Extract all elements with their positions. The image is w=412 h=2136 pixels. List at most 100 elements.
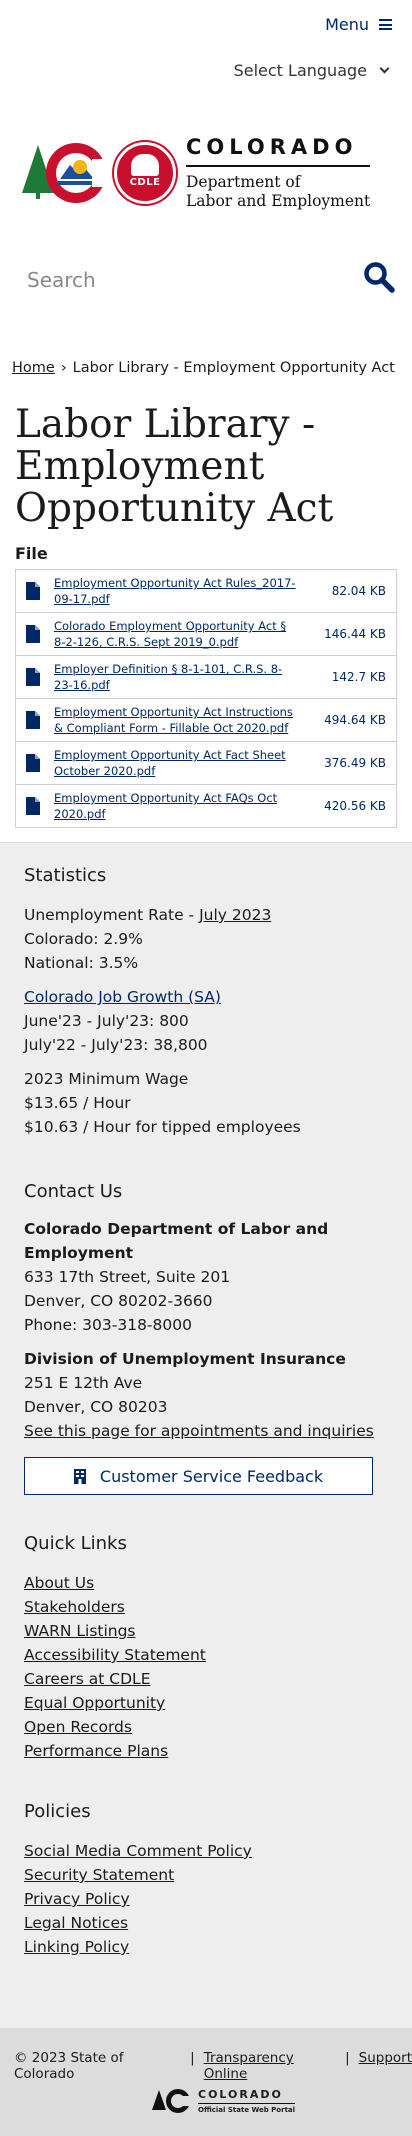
hamburger-icon bbox=[379, 19, 392, 30]
file-link[interactable]: Employment Opportunity Act Fact Sheet Oc… bbox=[54, 747, 300, 779]
breadcrumb-home-link[interactable]: Home bbox=[12, 360, 55, 376]
policies-list: Social Media Comment Policy Security Sta… bbox=[24, 1839, 388, 1959]
unemployment-link[interactable]: July 2023 bbox=[199, 906, 271, 924]
bottom-bar: © 2023 State of Colorado | Transparency … bbox=[0, 2028, 412, 2136]
customer-service-feedback-button[interactable]: Customer Service Feedback bbox=[24, 1457, 373, 1495]
quick-links-heading: Quick Links bbox=[24, 1533, 127, 1554]
quick-link-about-us[interactable]: About Us bbox=[24, 1571, 388, 1595]
quick-link-warn-listings[interactable]: WARN Listings bbox=[24, 1619, 388, 1643]
statistics-section: Statistics bbox=[24, 865, 388, 886]
file-row: Employment Opportunity Act Instructions … bbox=[15, 699, 397, 742]
quick-link-careers[interactable]: Careers at CDLE bbox=[24, 1667, 388, 1691]
menu-button[interactable]: Menu bbox=[325, 15, 392, 34]
copyright: © 2023 State of Colorado bbox=[14, 2050, 124, 2082]
org-name-2: Employment bbox=[24, 1244, 134, 1262]
page-title: Labor Library - Employment Opportunity A… bbox=[15, 402, 334, 531]
breadcrumb-current: Labor Library - Employment Opportunity A… bbox=[72, 360, 395, 376]
file-size: 146.44 KB bbox=[324, 627, 386, 641]
file-size: 82.04 KB bbox=[331, 584, 386, 598]
quick-link-stakeholders[interactable]: Stakeholders bbox=[24, 1595, 388, 1619]
cdle-logo[interactable]: CDLE COLORADO Department of Labor and Em… bbox=[22, 135, 371, 211]
min-wage-tipped: $10.63 / Hour for tipped employees bbox=[24, 1118, 301, 1136]
quick-link-performance-plans[interactable]: Performance Plans bbox=[24, 1739, 388, 1763]
contact-heading: Contact Us bbox=[24, 1181, 123, 1202]
min-wage-block: 2023 Minimum Wage $13.65 / Hour $10.63 /… bbox=[24, 1067, 388, 1139]
support-link[interactable]: Support bbox=[359, 2050, 412, 2082]
file-row: Employment Opportunity Act Rules_2017-09… bbox=[15, 570, 397, 613]
search-button[interactable] bbox=[362, 260, 398, 296]
job-growth-block: Colorado Job Growth (SA) June'23 - July'… bbox=[24, 985, 388, 1057]
policy-link-linking[interactable]: Linking Policy bbox=[24, 1935, 388, 1959]
file-size: 142.7 KB bbox=[331, 670, 386, 684]
address-line-1: 633 17th Street, Suite 201 bbox=[24, 1268, 231, 1286]
file-size: 420.56 KB bbox=[324, 799, 386, 813]
colorado-c-logo-icon bbox=[22, 143, 110, 203]
national-rate: National: 3.5% bbox=[24, 954, 139, 972]
address-line-2: Denver, CO 80202-3660 bbox=[24, 1292, 213, 1310]
phone-line: Phone: 303-318-8000 bbox=[24, 1316, 192, 1334]
policy-link-security[interactable]: Security Statement bbox=[24, 1863, 388, 1887]
appointments-link[interactable]: See this page for appointments and inqui… bbox=[24, 1422, 374, 1440]
site-footer: Statistics Unemployment Rate - July 2023… bbox=[0, 842, 412, 2028]
language-bar: Select Language bbox=[0, 50, 412, 90]
min-wage-title: 2023 Minimum Wage bbox=[24, 1070, 189, 1088]
division-address-2: Denver, CO 80203 bbox=[24, 1398, 168, 1416]
file-link[interactable]: Employment Opportunity Act Instructions … bbox=[54, 704, 300, 736]
file-icon bbox=[26, 582, 40, 600]
division-address-1: 251 E 12th Ave bbox=[24, 1374, 143, 1392]
portal-subtitle: Official State Web Portal bbox=[198, 2106, 296, 2114]
portal-brand: COLORADO bbox=[198, 2088, 296, 2104]
file-row: Employer Definition § 8-1-101, C.R.S. 8-… bbox=[15, 656, 397, 699]
file-link[interactable]: Employer Definition § 8-1-101, C.R.S. 8-… bbox=[54, 661, 300, 693]
unemployment-block: Unemployment Rate - July 2023 Colorado: … bbox=[24, 903, 388, 975]
chevron-down-icon bbox=[379, 63, 390, 74]
top-bar: Menu bbox=[0, 0, 412, 50]
search-bar bbox=[0, 240, 412, 320]
file-list: Employment Opportunity Act Rules_2017-09… bbox=[15, 569, 397, 828]
policy-link-legal[interactable]: Legal Notices bbox=[24, 1911, 388, 1935]
quick-link-open-records[interactable]: Open Records bbox=[24, 1715, 388, 1739]
file-icon bbox=[26, 625, 40, 643]
job-growth-month: June'23 - July'23: 800 bbox=[24, 1012, 189, 1030]
logo-area: CDLE COLORADO Department of Labor and Em… bbox=[0, 90, 412, 240]
division-name: Division of Unemployment Insurance bbox=[24, 1350, 346, 1368]
file-size: 376.49 KB bbox=[324, 756, 386, 770]
file-icon bbox=[26, 754, 40, 772]
policy-link-social-media[interactable]: Social Media Comment Policy bbox=[24, 1839, 388, 1863]
policies-heading: Policies bbox=[24, 1801, 91, 1822]
language-label: Select Language bbox=[233, 61, 367, 80]
job-growth-link[interactable]: Colorado Job Growth (SA) bbox=[24, 988, 221, 1006]
statistics-heading: Statistics bbox=[24, 865, 107, 886]
ui-address-block: Division of Unemployment Insurance 251 E… bbox=[24, 1347, 388, 1443]
quick-links-section: Quick Links bbox=[24, 1533, 388, 1554]
colorado-c-mini-icon bbox=[152, 2089, 192, 2113]
contact-section: Contact Us bbox=[24, 1181, 388, 1202]
file-row: Colorado Employment Opportunity Act § 8-… bbox=[15, 613, 397, 656]
file-row: Employment Opportunity Act Fact Sheet Oc… bbox=[15, 742, 397, 785]
menu-label: Menu bbox=[325, 15, 369, 34]
breadcrumb-separator: › bbox=[60, 360, 67, 376]
brand-name: COLORADO bbox=[186, 135, 371, 167]
state-portal-logo[interactable]: COLORADO Official State Web Portal bbox=[152, 2088, 296, 2114]
unemployment-line: Unemployment Rate - July 2023 bbox=[24, 906, 272, 924]
file-row: Employment Opportunity Act FAQs Oct 2020… bbox=[15, 785, 397, 828]
search-input[interactable] bbox=[27, 262, 327, 298]
transparency-link[interactable]: Transparency Online bbox=[204, 2050, 336, 2082]
file-link[interactable]: Employment Opportunity Act Rules_2017-09… bbox=[54, 575, 300, 607]
file-link[interactable]: Employment Opportunity Act FAQs Oct 2020… bbox=[54, 790, 300, 822]
file-icon bbox=[26, 668, 40, 686]
quick-link-accessibility[interactable]: Accessibility Statement bbox=[24, 1643, 388, 1667]
file-label: File bbox=[15, 544, 48, 563]
min-wage-standard: $13.65 / Hour bbox=[24, 1094, 131, 1112]
file-size: 494.64 KB bbox=[324, 713, 386, 727]
cdle-address-block: Colorado Department of Labor and Employm… bbox=[24, 1217, 388, 1337]
policy-link-privacy[interactable]: Privacy Policy bbox=[24, 1887, 388, 1911]
file-icon bbox=[26, 797, 40, 815]
building-icon bbox=[73, 1468, 86, 1484]
language-select[interactable]: Select Language bbox=[233, 61, 390, 80]
file-link[interactable]: Colorado Employment Opportunity Act § 8-… bbox=[54, 618, 300, 650]
quick-link-equal-opportunity[interactable]: Equal Opportunity bbox=[24, 1691, 388, 1715]
job-growth-year: July'22 - July'23: 38,800 bbox=[24, 1036, 208, 1054]
dept-line-2: Labor and Employment bbox=[186, 192, 371, 210]
bottom-links: © 2023 State of Colorado | Transparency … bbox=[14, 2050, 412, 2082]
